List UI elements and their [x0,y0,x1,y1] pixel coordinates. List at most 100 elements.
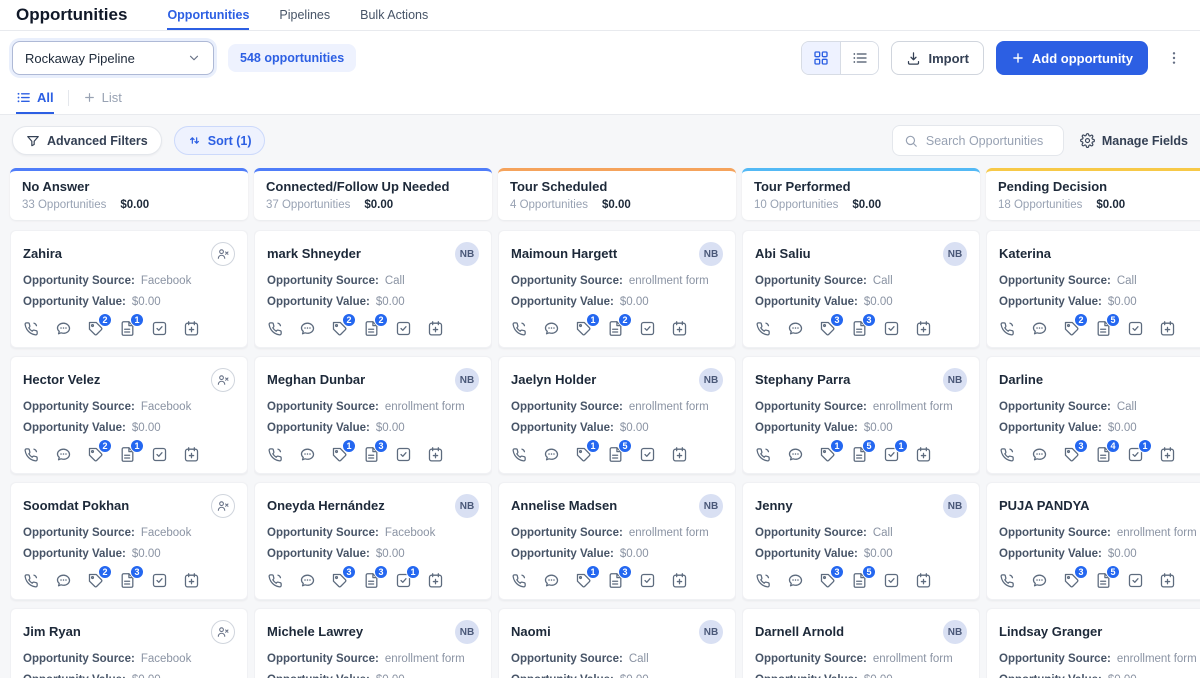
tags-icon[interactable]: 3 [819,572,836,589]
add-appointment-icon[interactable] [671,320,688,337]
call-icon[interactable] [999,572,1016,589]
notes-icon[interactable]: 3 [363,572,380,589]
add-appointment-icon[interactable] [427,320,444,337]
notes-icon[interactable]: 3 [363,446,380,463]
assignee-avatar[interactable]: NB [699,494,723,518]
unassigned-person-icon[interactable] [211,494,235,518]
opportunity-card[interactable]: Annelise Madsen NB Opportunity Source: e… [498,482,736,600]
tags-icon[interactable]: 1 [575,320,592,337]
opportunity-count-pill[interactable]: 548 opportunities [228,44,356,72]
add-appointment-icon[interactable] [427,572,444,589]
add-appointment-icon[interactable] [427,446,444,463]
tab-bulk-actions[interactable]: Bulk Actions [360,0,428,30]
add-appointment-icon[interactable] [183,446,200,463]
unassigned-person-icon[interactable] [211,368,235,392]
sms-icon[interactable] [1031,446,1048,463]
sms-icon[interactable] [299,572,316,589]
notes-icon[interactable]: 5 [851,446,868,463]
sms-icon[interactable] [787,446,804,463]
sms-icon[interactable] [543,320,560,337]
pipeline-select[interactable]: Rockaway Pipeline [12,41,214,75]
sms-icon[interactable] [55,320,72,337]
opportunity-card[interactable]: Lindsay Granger Opportunity Source: enro… [986,608,1200,678]
tasks-icon[interactable] [883,320,900,337]
call-icon[interactable] [267,572,284,589]
opportunity-card[interactable]: Oneyda Hernández NB Opportunity Source: … [254,482,492,600]
list-view-button[interactable] [840,42,878,74]
call-icon[interactable] [23,446,40,463]
notes-icon[interactable]: 3 [119,572,136,589]
call-icon[interactable] [511,446,528,463]
tags-icon[interactable]: 1 [819,446,836,463]
tags-icon[interactable]: 1 [575,572,592,589]
opportunity-card[interactable]: Stephany Parra NB Opportunity Source: en… [742,356,980,474]
call-icon[interactable] [23,320,40,337]
sms-icon[interactable] [1031,320,1048,337]
add-appointment-icon[interactable] [915,320,932,337]
add-appointment-icon[interactable] [1159,572,1176,589]
sms-icon[interactable] [543,446,560,463]
opportunity-card[interactable]: Michele Lawrey NB Opportunity Source: en… [254,608,492,678]
sort-button[interactable]: Sort (1) [174,126,266,155]
grid-view-button[interactable] [802,42,840,74]
call-icon[interactable] [23,572,40,589]
tags-icon[interactable]: 1 [575,446,592,463]
sms-icon[interactable] [1031,572,1048,589]
call-icon[interactable] [267,320,284,337]
notes-icon[interactable]: 5 [607,446,624,463]
opportunity-card[interactable]: Abi Saliu NB Opportunity Source: Call Op… [742,230,980,348]
more-options-button[interactable] [1160,46,1188,70]
tags-icon[interactable]: 3 [331,572,348,589]
call-icon[interactable] [755,320,772,337]
notes-icon[interactable]: 2 [607,320,624,337]
unassigned-person-icon[interactable] [211,242,235,266]
tasks-icon[interactable] [151,320,168,337]
add-appointment-icon[interactable] [183,572,200,589]
tasks-icon[interactable] [639,446,656,463]
tasks-icon[interactable] [395,446,412,463]
notes-icon[interactable]: 1 [119,320,136,337]
tags-icon[interactable]: 2 [331,320,348,337]
sms-icon[interactable] [299,320,316,337]
assignee-avatar[interactable]: NB [699,368,723,392]
tasks-icon[interactable] [151,572,168,589]
opportunity-card[interactable]: Meghan Dunbar NB Opportunity Source: enr… [254,356,492,474]
sms-icon[interactable] [543,572,560,589]
notes-icon[interactable]: 2 [363,320,380,337]
tab-opportunities[interactable]: Opportunities [167,0,249,30]
assignee-avatar[interactable]: NB [943,242,967,266]
sms-icon[interactable] [55,572,72,589]
search-input[interactable] [926,134,1052,148]
assignee-avatar[interactable]: NB [455,242,479,266]
tags-icon[interactable]: 3 [1063,572,1080,589]
add-appointment-icon[interactable] [1159,320,1176,337]
add-appointment-icon[interactable] [1159,446,1176,463]
opportunity-card[interactable]: Maimoun Hargett NB Opportunity Source: e… [498,230,736,348]
tags-icon[interactable]: 3 [819,320,836,337]
opportunity-card[interactable]: mark Shneyder NB Opportunity Source: Cal… [254,230,492,348]
add-appointment-icon[interactable] [915,446,932,463]
call-icon[interactable] [511,320,528,337]
opportunity-card[interactable]: Darline Opportunity Source: Call Opportu… [986,356,1200,474]
call-icon[interactable] [999,446,1016,463]
assignee-avatar[interactable]: NB [455,494,479,518]
call-icon[interactable] [511,572,528,589]
subtab-all[interactable]: All [16,90,54,114]
notes-icon[interactable]: 3 [607,572,624,589]
opportunity-card[interactable]: Jenny NB Opportunity Source: Call Opport… [742,482,980,600]
opportunity-card[interactable]: PUJA PANDYA Opportunity Source: enrollme… [986,482,1200,600]
tasks-icon[interactable] [151,446,168,463]
tasks-icon[interactable] [883,572,900,589]
assignee-avatar[interactable]: NB [943,494,967,518]
sms-icon[interactable] [55,446,72,463]
assignee-avatar[interactable]: NB [455,620,479,644]
tags-icon[interactable]: 2 [87,446,104,463]
call-icon[interactable] [755,446,772,463]
opportunity-card[interactable]: Darnell Arnold NB Opportunity Source: en… [742,608,980,678]
tasks-icon[interactable] [639,572,656,589]
tasks-icon[interactable] [1127,572,1144,589]
import-button[interactable]: Import [891,41,983,75]
assignee-avatar[interactable]: NB [699,242,723,266]
add-opportunity-button[interactable]: Add opportunity [996,41,1148,75]
notes-icon[interactable]: 5 [1095,572,1112,589]
